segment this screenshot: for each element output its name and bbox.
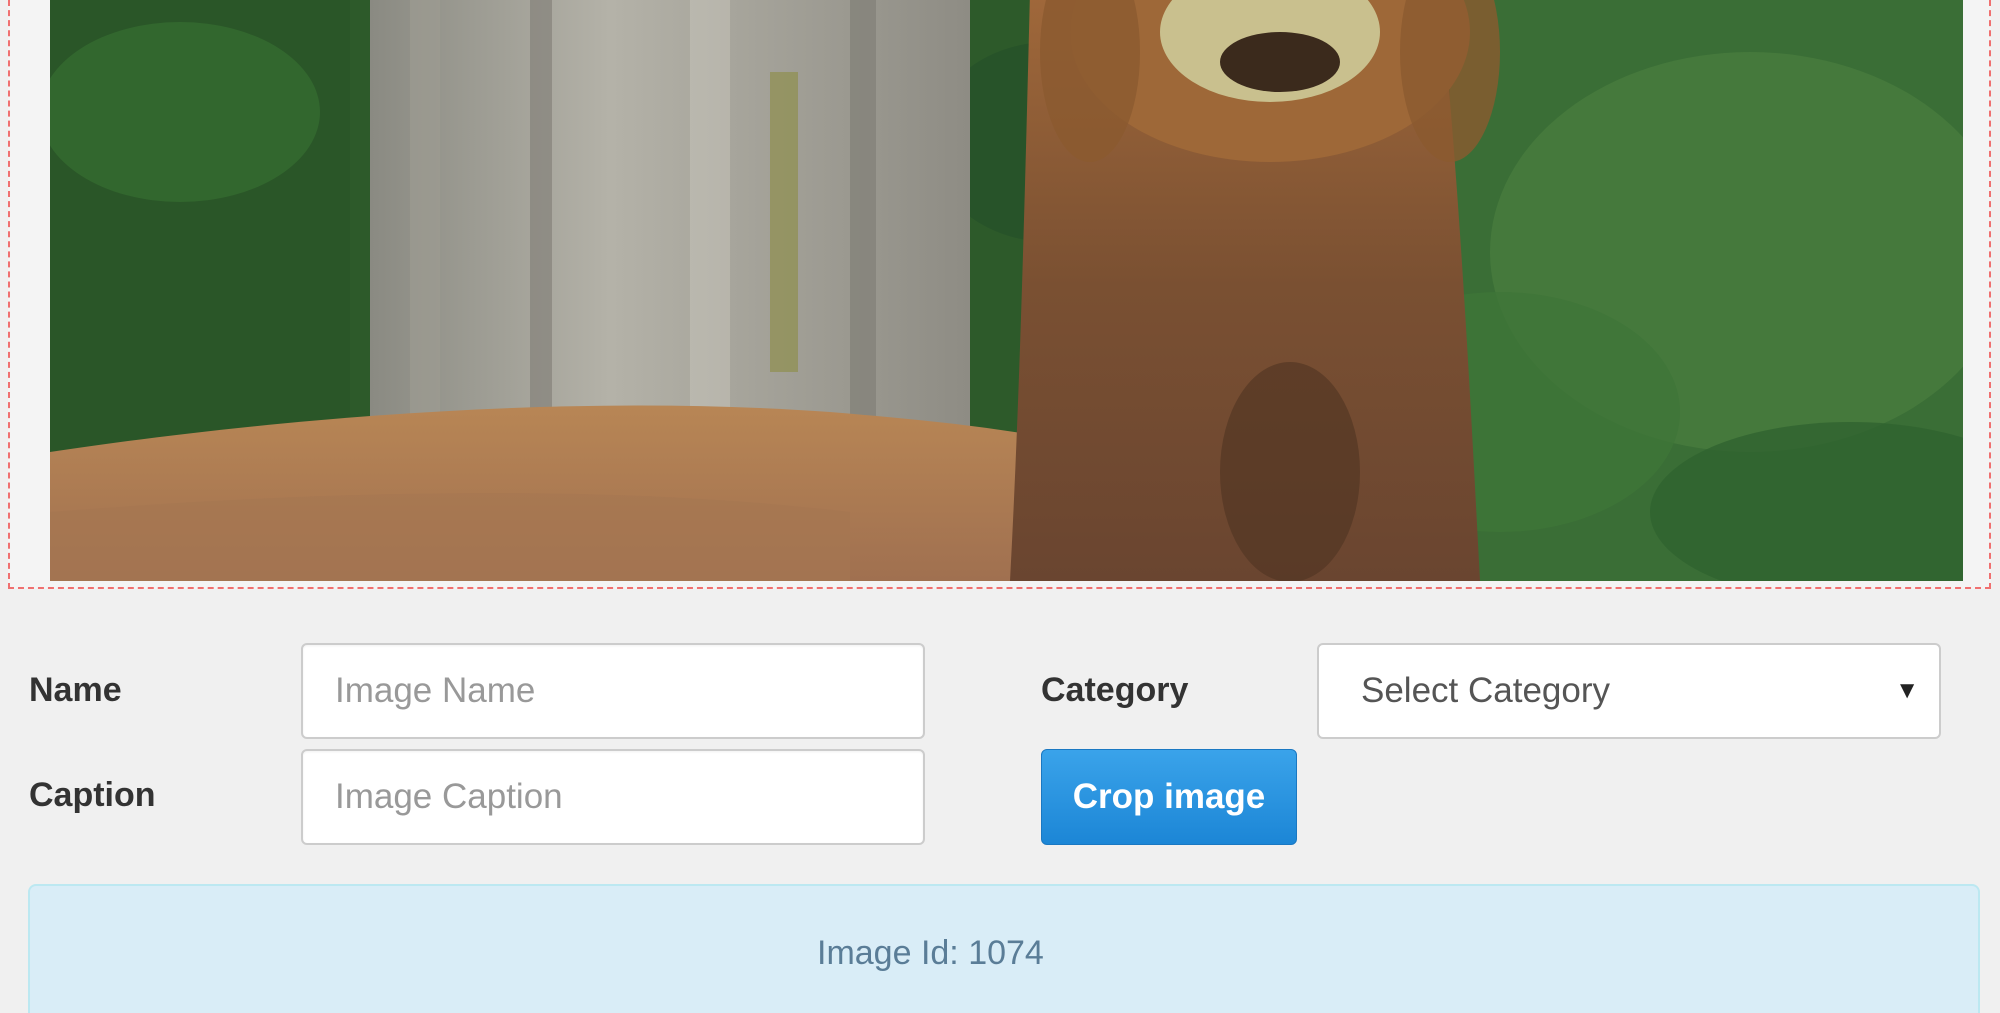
elk-photo xyxy=(50,0,1963,581)
image-id-text: Image Id: 1074 xyxy=(817,934,1044,972)
caret-down-icon: ▼ xyxy=(1895,677,1919,704)
crop-area[interactable] xyxy=(8,0,1991,589)
category-label: Category xyxy=(1041,671,1189,709)
category-select-value: Select Category xyxy=(1361,671,1611,710)
caption-input[interactable] xyxy=(301,749,925,845)
name-label: Name xyxy=(29,671,122,709)
category-select[interactable]: Select Category ▼ xyxy=(1317,643,1941,739)
crop-image-button[interactable]: Crop image xyxy=(1041,749,1297,845)
name-input[interactable] xyxy=(301,643,925,739)
caption-label: Caption xyxy=(29,776,156,814)
image-editor-page: Name Category Select Category ▼ Caption … xyxy=(0,0,2000,1013)
preview-image[interactable] xyxy=(50,0,1963,581)
image-info-alert: Image Id: 1074 xyxy=(28,884,1980,1013)
